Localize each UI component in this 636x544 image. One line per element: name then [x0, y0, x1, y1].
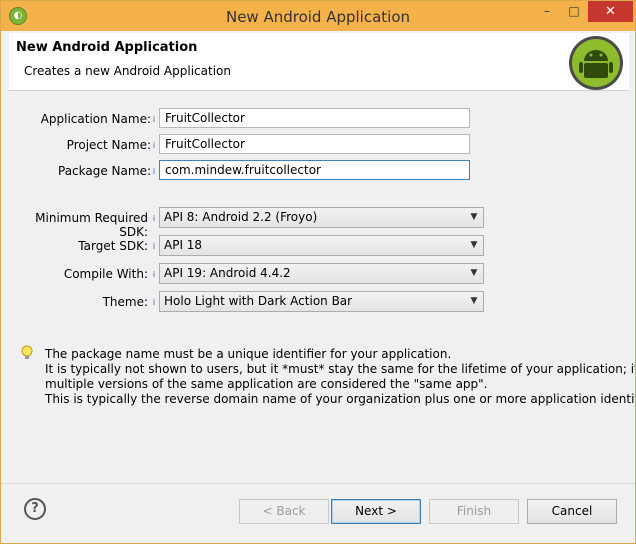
theme-label: Theme:: [102, 295, 148, 309]
chevron-down-icon: ▼: [470, 212, 478, 222]
footer-divider: [1, 483, 635, 484]
info-icon: i: [152, 141, 156, 150]
info-icon: i: [152, 214, 156, 223]
info-icon: i: [152, 242, 156, 251]
minimize-button[interactable]: –: [534, 1, 560, 22]
min-sdk-select[interactable]: API 8: Android 2.2 (Froyo) ▼: [159, 207, 484, 228]
page-title: New Android Application: [16, 40, 198, 55]
info-icon: i: [152, 270, 156, 279]
info-message: The package name must be a unique identi…: [45, 347, 635, 407]
info-message-line: multiple versions of the same applicatio…: [45, 377, 488, 391]
theme-value: Holo Light with Dark Action Bar: [164, 294, 353, 308]
min-sdk-label: Minimum Required SDK:: [35, 211, 148, 239]
wizard-header: New Android Application Creates a new An…: [9, 33, 629, 91]
info-message-line: The package name must be a unique identi…: [45, 347, 452, 361]
info-icon: i: [152, 298, 156, 307]
page-description: Creates a new Android Application: [24, 64, 231, 78]
compile-with-select[interactable]: API 19: Android 4.4.2 ▼: [159, 263, 484, 284]
compile-with-value: API 19: Android 4.4.2: [164, 266, 291, 280]
help-icon[interactable]: ?: [24, 498, 46, 520]
info-message-line: This is typically the reverse domain nam…: [45, 392, 635, 406]
info-icon: i: [152, 115, 156, 124]
chevron-down-icon: ▼: [470, 296, 478, 306]
back-button[interactable]: < Back: [239, 499, 329, 524]
application-name-label: Application Name:: [40, 112, 151, 126]
close-button[interactable]: ✕: [588, 1, 633, 22]
project-name-input[interactable]: FruitCollector: [159, 134, 470, 154]
project-name-label: Project Name:: [66, 138, 151, 152]
package-name-input[interactable]: com.mindew.fruitcollector: [159, 160, 470, 180]
cancel-button[interactable]: Cancel: [527, 499, 617, 524]
maximize-button[interactable]: □: [561, 1, 587, 22]
finish-button[interactable]: Finish: [429, 499, 519, 524]
lightbulb-icon: [21, 345, 33, 359]
min-sdk-value: API 8: Android 2.2 (Froyo): [164, 210, 318, 224]
chevron-down-icon: ▼: [470, 268, 478, 278]
info-message-line: It is typically not shown to users, but …: [45, 362, 635, 376]
title-bar[interactable]: ◐ New Android Application – □ ✕: [1, 1, 635, 31]
package-name-label: Package Name:: [58, 164, 151, 178]
info-icon: i: [152, 167, 156, 176]
compile-with-label: Compile With:: [63, 267, 148, 281]
application-name-input[interactable]: FruitCollector: [159, 108, 470, 128]
target-sdk-select[interactable]: API 18 ▼: [159, 235, 484, 256]
theme-select[interactable]: Holo Light with Dark Action Bar ▼: [159, 291, 484, 312]
target-sdk-label: Target SDK:: [78, 239, 148, 253]
new-android-application-dialog: ◐ New Android Application – □ ✕ New Andr…: [0, 0, 636, 544]
target-sdk-value: API 18: [164, 238, 203, 252]
android-logo: [569, 36, 623, 90]
chevron-down-icon: ▼: [470, 240, 478, 250]
next-button[interactable]: Next >: [331, 499, 421, 524]
